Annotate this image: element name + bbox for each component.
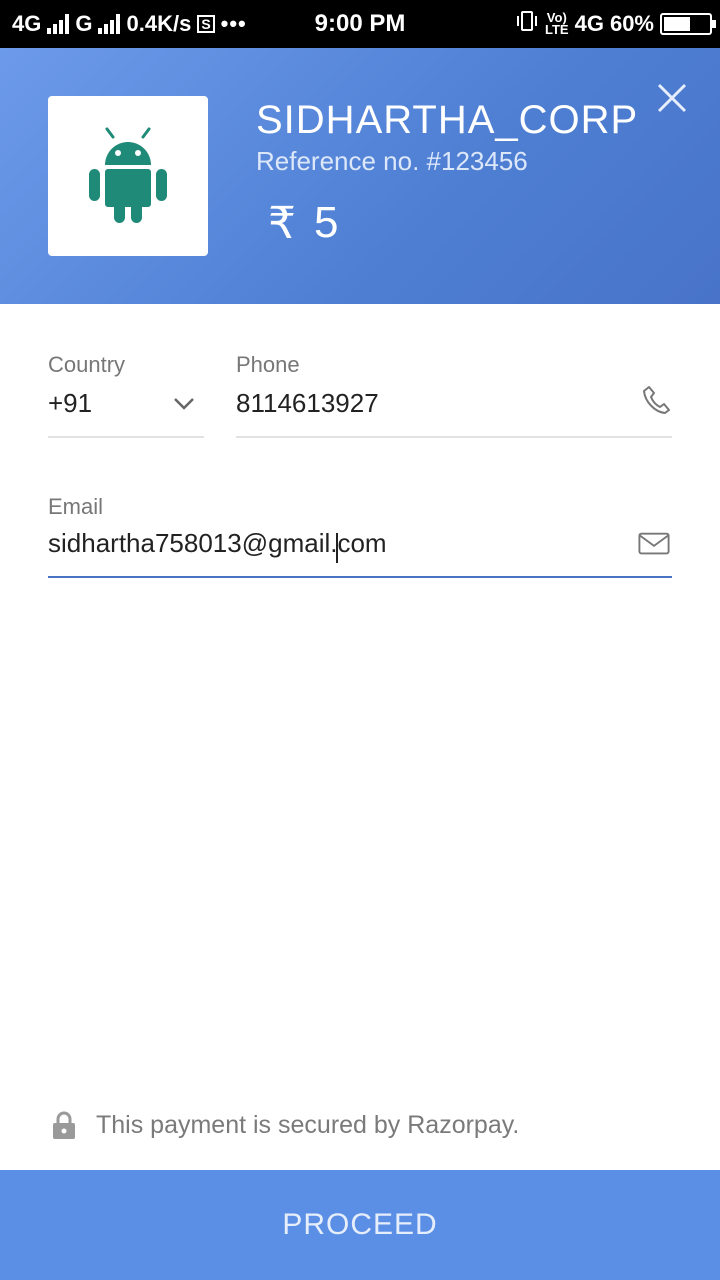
android-icon	[89, 127, 167, 223]
more-notifications-icon: •••	[220, 11, 247, 36]
chevron-down-icon[interactable]	[168, 388, 200, 420]
country-label: Country	[48, 352, 126, 377]
vibrate-icon	[515, 10, 539, 38]
lock-icon	[53, 1111, 75, 1139]
payment-header: SIDHARTHA_CORP Reference no. #123456 ₹ 5	[0, 48, 720, 304]
phone-input[interactable]: 8114613927	[236, 388, 379, 419]
security-text: This payment is secured by Razorpay.	[96, 1110, 520, 1139]
network-speed: 0.4K/s	[126, 11, 192, 36]
volte-icon: Vo) LTE	[545, 10, 569, 37]
network-type-2: G	[75, 11, 93, 36]
close-icon	[657, 83, 687, 113]
status-left: 4G G 0.4K/s S •••	[12, 0, 247, 48]
status-bar: 4G G 0.4K/s S ••• 9:00 PM Vo) LTE 4G 60%	[0, 0, 720, 48]
email-text-after-cursor: com	[337, 528, 387, 558]
amount-value: 5	[314, 198, 339, 247]
screenshot-icon: S	[197, 15, 215, 33]
country-underline	[48, 436, 204, 438]
currency-symbol: ₹	[268, 199, 296, 248]
merchant-name: SIDHARTHA_CORP	[256, 98, 639, 142]
network-type-3: 4G	[574, 11, 604, 36]
security-note: This payment is secured by Razorpay.	[52, 1110, 519, 1140]
clock: 9:00 PM	[314, 10, 406, 37]
phone-underline	[236, 436, 672, 438]
signal-icon	[47, 14, 70, 34]
email-text-before-cursor: sidhartha758013@gmail.	[48, 528, 338, 558]
merchant-logo	[48, 96, 208, 256]
proceed-button[interactable]: PROCEED	[0, 1170, 720, 1280]
network-type-1: 4G	[12, 11, 42, 36]
signal-icon-2	[98, 14, 121, 34]
phone-label: Phone	[236, 352, 300, 377]
status-right: Vo) LTE 4G 60%	[515, 0, 716, 48]
close-button[interactable]	[650, 76, 694, 120]
payment-amount: ₹ 5	[268, 198, 338, 249]
phone-icon	[640, 384, 672, 416]
country-code-select[interactable]: +91	[48, 388, 92, 419]
email-input[interactable]: sidhartha758013@gmail.com	[48, 528, 628, 568]
email-label: Email	[48, 494, 104, 519]
reference-number: Reference no. #123456	[256, 146, 528, 176]
battery-icon	[660, 13, 716, 35]
mail-icon	[638, 528, 670, 560]
battery-percent: 60%	[609, 11, 654, 36]
email-underline	[48, 576, 672, 578]
